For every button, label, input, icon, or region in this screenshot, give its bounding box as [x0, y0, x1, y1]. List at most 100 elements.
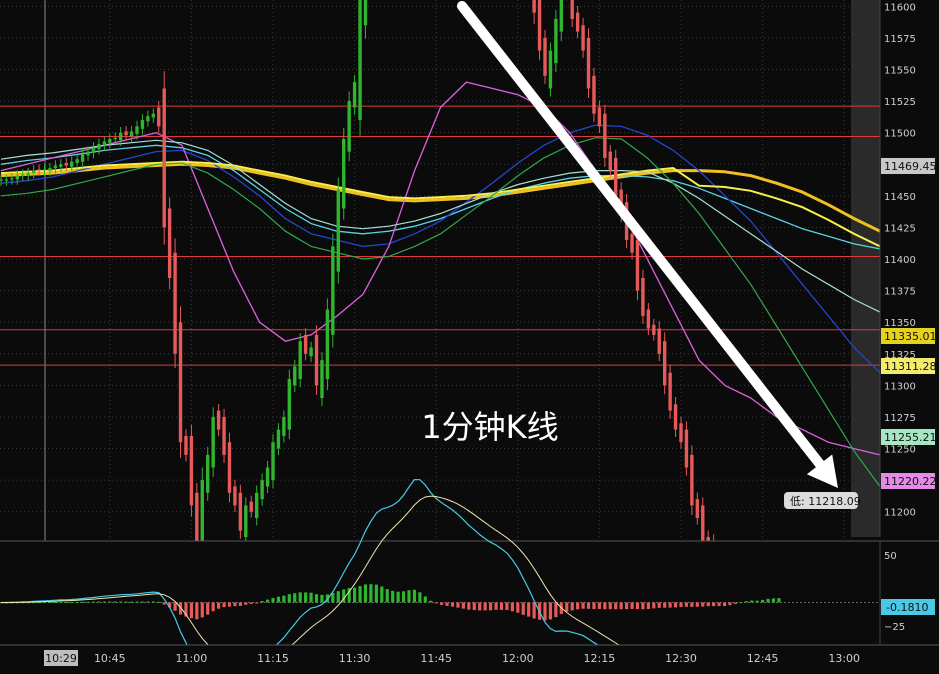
candle-body	[586, 37, 591, 89]
macd-histogram-bar	[717, 602, 721, 607]
candle-body	[86, 151, 90, 156]
svg-text:10:29: 10:29	[45, 652, 77, 665]
macd-histogram-bar	[472, 602, 476, 611]
candle-body	[135, 126, 139, 134]
time-tick-label: 11:15	[257, 652, 289, 665]
candle-body	[15, 175, 20, 180]
candle-body	[641, 277, 645, 316]
macd-histogram-bar	[505, 602, 509, 611]
macd-histogram-bar	[70, 601, 74, 603]
macd-histogram-bar	[401, 591, 406, 603]
time-axis[interactable]: 10:45 11:00 11:15 11:30 11:45 12:00 12:15 12:30…	[0, 644, 939, 670]
time-tick-label: 10:45	[94, 652, 126, 665]
macd-histogram-bar	[81, 601, 85, 603]
macd-histogram-bar	[739, 602, 743, 604]
macd-histogram-bar	[592, 602, 596, 610]
macd-histogram-bar	[750, 600, 754, 603]
candle-body	[352, 82, 357, 108]
macd-histogram-bar	[124, 601, 128, 603]
time-axis-bg	[0, 645, 939, 670]
macd-histogram-bar	[353, 587, 357, 603]
candle-body	[554, 18, 558, 64]
price-chart[interactable]: 1120011225112501127511300113251135011375…	[0, 0, 939, 674]
macd-histogram-bar	[113, 601, 117, 603]
macd-histogram-bar	[173, 602, 177, 611]
candle-body	[265, 467, 270, 487]
macd-histogram-bar	[527, 602, 531, 617]
candle-body	[178, 322, 183, 443]
candle-body	[195, 492, 199, 544]
macd-histogram-bar	[565, 602, 569, 612]
macd-histogram-bar	[369, 584, 373, 603]
candle-body	[146, 116, 150, 122]
macd-histogram-bar	[396, 591, 400, 603]
candle-body	[347, 101, 351, 152]
macd-histogram-bar	[64, 601, 68, 603]
macd-histogram-bar	[75, 601, 79, 603]
macd-histogram-bar	[450, 602, 455, 607]
macd-histogram-bar	[777, 598, 781, 603]
price-tick-label: 11300	[884, 381, 916, 392]
price-tick-label: 11425	[884, 223, 916, 234]
macd-histogram-bar	[140, 601, 145, 603]
macd-histogram-bar	[238, 602, 242, 606]
macd-histogram-bar	[554, 602, 558, 618]
svg-text:11220.22: 11220.22	[884, 475, 937, 488]
chart-annotation: 1分钟K线	[421, 408, 558, 446]
candle-body	[129, 131, 134, 137]
candle-body	[0, 179, 3, 181]
macd-histogram-bar	[597, 602, 601, 610]
time-tick-label: 11:00	[176, 652, 208, 665]
svg-text:11469.45: 11469.45	[884, 160, 937, 173]
macd-histogram-bar	[478, 602, 482, 611]
candle-body	[690, 454, 694, 506]
time-tick-label: 12:00	[502, 652, 534, 665]
candle-body	[42, 169, 47, 171]
candle-body	[668, 372, 672, 411]
macd-histogram-bar	[391, 590, 395, 603]
macd-histogram-bar	[293, 593, 297, 603]
svg-text:-0.1810: -0.1810	[886, 601, 928, 614]
candle-body	[108, 138, 112, 143]
macd-histogram-bar	[412, 589, 417, 603]
macd-histogram-bar	[119, 601, 123, 603]
macd-histogram-bar	[434, 602, 438, 604]
price-label-last: 11469.45	[881, 158, 937, 174]
candle-body	[657, 328, 661, 354]
candle-body	[331, 246, 335, 335]
candle-body	[570, 0, 574, 19]
candle-body	[608, 151, 612, 171]
candle-body	[151, 113, 156, 118]
macd-histogram-bar	[630, 602, 634, 609]
macd-tick-label: 50	[884, 551, 897, 562]
macd-histogram-bar	[483, 602, 487, 611]
price-axis[interactable]: 1120011225112501127511300113251135011375…	[879, 0, 939, 537]
macd-histogram-bar	[135, 601, 139, 603]
svg-text:11335.01: 11335.01	[884, 330, 937, 343]
candle-body	[342, 138, 346, 209]
macd-histogram-bar	[206, 602, 210, 615]
macd-histogram-bar	[53, 601, 57, 603]
svg-text:11311.28: 11311.28	[884, 360, 937, 373]
macd-histogram-bar	[766, 598, 770, 603]
macd-histogram-bar	[162, 602, 166, 605]
macd-histogram-bar	[576, 602, 580, 610]
candle-body	[358, 0, 362, 121]
macd-histogram-bar	[287, 594, 291, 603]
macd-histogram-bar	[222, 602, 226, 608]
price-tick-label: 11400	[884, 255, 916, 266]
macd-histogram-bar	[461, 602, 465, 609]
macd-histogram-bar	[603, 602, 607, 610]
candle-body	[118, 132, 123, 141]
svg-text:11255.21: 11255.21	[884, 431, 937, 444]
candle-body	[254, 492, 259, 519]
candle-body	[97, 144, 101, 150]
candle-body	[537, 0, 542, 51]
candle-body	[363, 0, 368, 26]
macd-histogram-bar	[380, 586, 384, 603]
price-tick-label: 11600	[884, 2, 916, 13]
macd-histogram-bar	[304, 592, 308, 603]
macd-histogram-bar	[701, 602, 705, 607]
candle-body	[559, 0, 564, 32]
macd-histogram-bar	[761, 599, 765, 603]
